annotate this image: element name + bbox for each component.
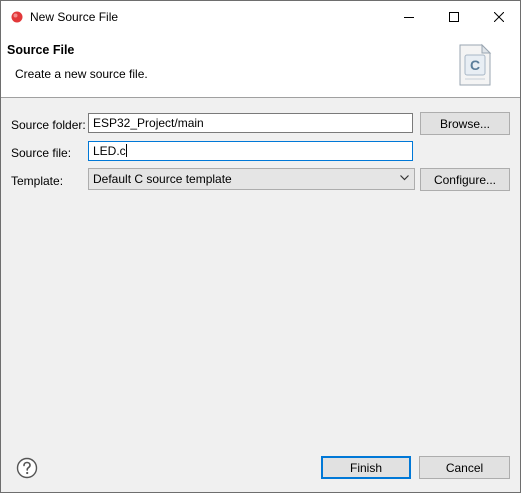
source-folder-input[interactable]: ESP32_Project/main xyxy=(88,113,413,133)
source-folder-label: Source folder: xyxy=(11,118,86,132)
finish-button[interactable]: Finish xyxy=(321,456,411,479)
source-folder-value: ESP32_Project/main xyxy=(93,116,204,130)
page-description: Create a new source file. xyxy=(15,67,148,81)
minimize-icon xyxy=(403,17,414,18)
configure-button[interactable]: Configure... xyxy=(420,168,510,191)
maximize-icon xyxy=(448,12,459,22)
template-label: Template: xyxy=(11,174,64,188)
template-select[interactable]: Default C source template xyxy=(88,168,415,190)
help-icon[interactable] xyxy=(16,457,38,479)
window-title: New Source File xyxy=(30,10,119,24)
c-file-icon-letter: C xyxy=(470,57,480,73)
source-file-value: LED.c xyxy=(93,144,126,158)
page-title: Source File xyxy=(7,43,75,57)
close-button[interactable] xyxy=(476,1,521,33)
title-bar[interactable]: New Source File xyxy=(1,1,520,33)
app-icon xyxy=(11,11,23,23)
maximize-button[interactable] xyxy=(431,1,476,33)
chevron-down-icon xyxy=(400,175,409,181)
new-source-file-dialog: New Source File Source File Create a new… xyxy=(0,0,521,493)
c-file-icon: C xyxy=(459,43,492,86)
browse-button[interactable]: Browse... xyxy=(420,112,510,135)
source-file-input[interactable]: LED.c xyxy=(88,141,413,161)
close-icon xyxy=(493,12,504,22)
text-caret xyxy=(125,144,127,157)
minimize-button[interactable] xyxy=(386,1,431,33)
wizard-banner: Source File Create a new source file. C xyxy=(1,33,520,98)
template-selected-value: Default C source template xyxy=(93,172,232,186)
cancel-button[interactable]: Cancel xyxy=(419,456,510,479)
source-file-label: Source file: xyxy=(11,146,72,160)
